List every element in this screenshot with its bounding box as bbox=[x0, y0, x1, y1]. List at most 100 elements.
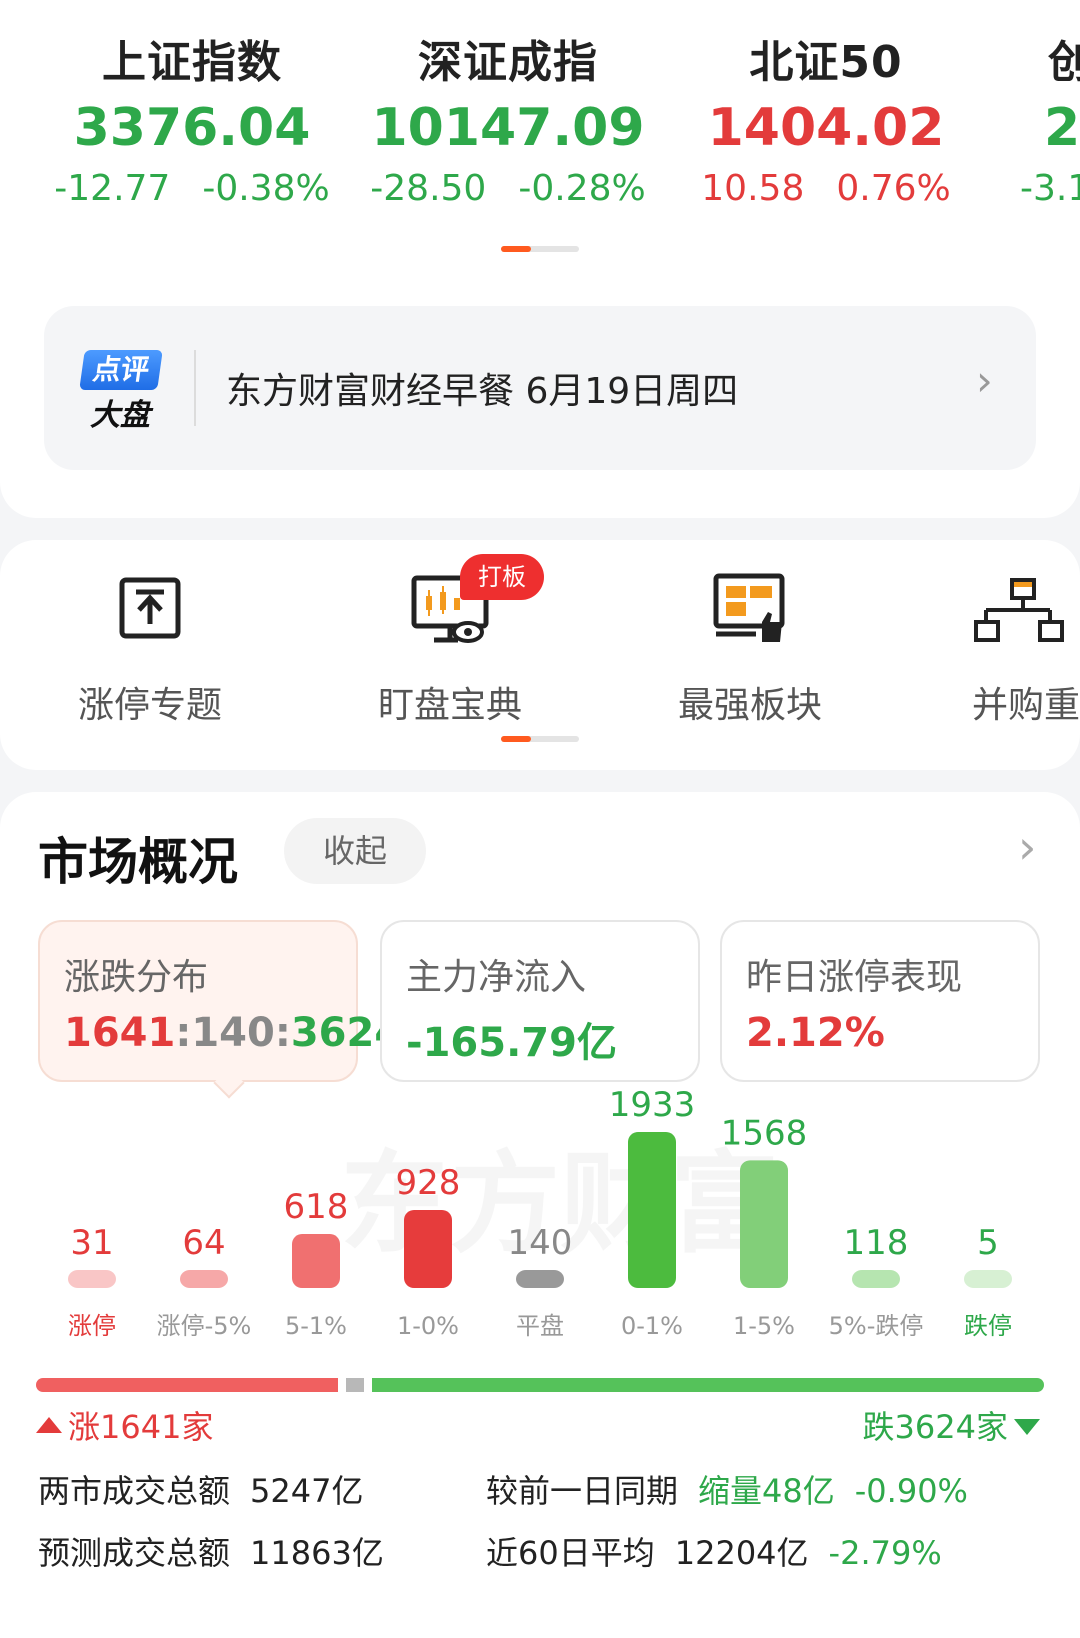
stat-value: 1641:140:3624 bbox=[64, 1010, 403, 1056]
collapse-button[interactable]: 收起 bbox=[284, 818, 426, 884]
compare-percent: -0.90% bbox=[854, 1472, 968, 1510]
avg60-value: 12204亿 bbox=[674, 1534, 809, 1572]
avg60-label: 近60日平均 bbox=[486, 1534, 655, 1572]
stat-value: 2.12% bbox=[746, 1010, 885, 1056]
ratio-up-segment bbox=[36, 1378, 339, 1392]
category-label: 5%-跌停 bbox=[829, 1312, 924, 1340]
turnover-label: 两市成交总额 bbox=[38, 1472, 231, 1510]
tools-card: 涨停专题 盯盘宝典 打板 最强板块 并购重 bbox=[0, 540, 1080, 770]
index-price: 1404.02 bbox=[707, 98, 945, 158]
ratio-down-segment bbox=[372, 1378, 1044, 1392]
index-price: 20 bbox=[1044, 98, 1080, 158]
tool-limit-up[interactable]: 涨停专题 bbox=[50, 570, 250, 728]
index-change-value: 10.58 bbox=[701, 168, 805, 209]
avg60-percent: -2.79% bbox=[828, 1534, 942, 1572]
index-name: 创 bbox=[1048, 37, 1080, 88]
news-title: 东方财富财经早餐 6月19日周四 bbox=[226, 371, 739, 412]
arrow-down-icon bbox=[1014, 1419, 1040, 1435]
index-sse[interactable]: 上证指数 3376.04 -12.77 -0.38% bbox=[42, 26, 342, 209]
index-change-value: -3.1 bbox=[1020, 168, 1080, 209]
index-price: 10147.09 bbox=[371, 98, 645, 158]
stat-label: 昨日涨停表现 bbox=[746, 957, 963, 998]
index-change-percent: 0.76% bbox=[836, 168, 951, 209]
stat-rise-fall-distribution[interactable]: 涨跌分布 1641:140:3624 bbox=[38, 920, 402, 1099]
bar-5 bbox=[628, 1132, 676, 1288]
index-change-percent: -0.38% bbox=[202, 168, 330, 209]
ratio-flat-segment bbox=[346, 1378, 365, 1392]
market-title: 市场概况 bbox=[38, 833, 238, 891]
bar-value-label: 928 bbox=[396, 1163, 461, 1203]
index-name: 深证成指 bbox=[418, 37, 598, 88]
forecast-label: 预测成交总额 bbox=[38, 1534, 231, 1572]
chevron-right-icon[interactable]: › bbox=[1018, 820, 1036, 874]
stat-yesterday-limit-up[interactable]: 昨日涨停表现 2.12% bbox=[720, 920, 1040, 1082]
bar-value-label: 118 bbox=[844, 1223, 909, 1263]
compare-label: 较前一日同期 bbox=[486, 1472, 679, 1510]
forecast-value: 11863亿 bbox=[250, 1534, 384, 1572]
bar-1 bbox=[180, 1270, 228, 1288]
index-chinext-partial[interactable]: 创 20 -3.1 bbox=[1000, 26, 1080, 209]
org-chart-icon bbox=[950, 570, 1080, 650]
flat-count: 140 bbox=[191, 1010, 275, 1056]
index-name: 上证指数 bbox=[102, 37, 282, 88]
bar-4 bbox=[516, 1270, 564, 1288]
category-label: 0-1% bbox=[621, 1312, 683, 1340]
category-label: 1-5% bbox=[733, 1312, 795, 1340]
tool-label: 最强板块 bbox=[677, 685, 822, 726]
category-label: 涨停-5% bbox=[157, 1312, 252, 1340]
tool-label: 并购重 bbox=[972, 685, 1080, 726]
tool-label: 盯盘宝典 bbox=[377, 685, 522, 726]
bar-value-label: 31 bbox=[70, 1223, 113, 1263]
index-change: 10.58 0.76% bbox=[676, 168, 976, 209]
index-name: 北证50 bbox=[749, 37, 903, 88]
stat-label: 主力净流入 bbox=[406, 957, 587, 998]
bar-value-label: 5 bbox=[977, 1223, 999, 1263]
dianping-logo: 点评 大盘 bbox=[79, 350, 163, 433]
turnover-value: 5247亿 bbox=[250, 1472, 364, 1510]
index-change-value: -12.77 bbox=[54, 168, 171, 209]
category-label: 平盘 bbox=[516, 1312, 564, 1340]
category-label: 1-0% bbox=[397, 1312, 459, 1340]
tool-label: 涨停专题 bbox=[77, 685, 222, 726]
index-change: -28.50 -0.28% bbox=[358, 168, 658, 209]
hot-badge: 打板 bbox=[460, 554, 544, 600]
index-pager bbox=[501, 246, 579, 252]
stat-main-net-inflow[interactable]: 主力净流入 -165.79亿 bbox=[380, 920, 700, 1082]
distribution-bar-chart: 东方财富 31涨停64涨停-5%6185-1%9281-0%140平盘19330… bbox=[68, 1085, 1012, 1340]
stat-label: 涨跌分布 bbox=[64, 957, 209, 998]
category-label: 5-1% bbox=[285, 1312, 347, 1340]
bar-6 bbox=[740, 1160, 788, 1288]
index-change: -3.1 bbox=[1020, 168, 1080, 209]
index-szse[interactable]: 深证成指 10147.09 -28.50 -0.28% bbox=[358, 26, 658, 209]
bar-value-label: 1568 bbox=[721, 1113, 808, 1153]
chevron-right-icon: › bbox=[976, 356, 993, 405]
tools-pager bbox=[501, 736, 579, 742]
avg60-row: 近60日平均 12204亿 -2.79% bbox=[486, 1528, 942, 1574]
upload-icon bbox=[100, 570, 200, 650]
bar-value-label: 64 bbox=[182, 1223, 225, 1263]
index-price: 3376.04 bbox=[73, 98, 311, 158]
fall-total: 跌3624家 bbox=[863, 1402, 1040, 1448]
news-banner[interactable]: 点评 大盘 东方财富财经早餐 6月19日周四 › bbox=[44, 306, 1036, 470]
stat-value: -165.79亿 bbox=[406, 1020, 617, 1066]
bar-3 bbox=[404, 1209, 452, 1288]
bar-8 bbox=[964, 1270, 1012, 1288]
tool-strongest-sector[interactable]: 最强板块 bbox=[650, 570, 850, 728]
compare-value: 缩量48亿 bbox=[698, 1472, 835, 1510]
market-overview-card: 市场概况 收起 › 涨跌分布 1641:140:3624 主力净流入 -165.… bbox=[0, 792, 1080, 1638]
turnover-row: 两市成交总额 5247亿 bbox=[38, 1466, 363, 1512]
divider bbox=[194, 350, 196, 426]
category-label: 跌停 bbox=[964, 1312, 1012, 1340]
bar-value-label: 618 bbox=[284, 1187, 349, 1227]
tool-mna[interactable]: 并购重 bbox=[950, 570, 1080, 728]
index-card: 上证指数 3376.04 -12.77 -0.38% 深证成指 10147.09 … bbox=[0, 0, 1080, 518]
rise-total: 涨1641家 bbox=[36, 1402, 213, 1448]
bar-7 bbox=[852, 1270, 900, 1288]
bar-2 bbox=[292, 1234, 340, 1288]
dashboard-thumb-icon bbox=[700, 570, 800, 650]
bar-value-label: 140 bbox=[508, 1223, 573, 1263]
bar-value-label: 1933 bbox=[609, 1085, 696, 1125]
index-change: -12.77 -0.38% bbox=[42, 168, 342, 209]
index-bse50[interactable]: 北证50 1404.02 10.58 0.76% bbox=[676, 26, 976, 209]
index-change-value: -28.50 bbox=[370, 168, 487, 209]
